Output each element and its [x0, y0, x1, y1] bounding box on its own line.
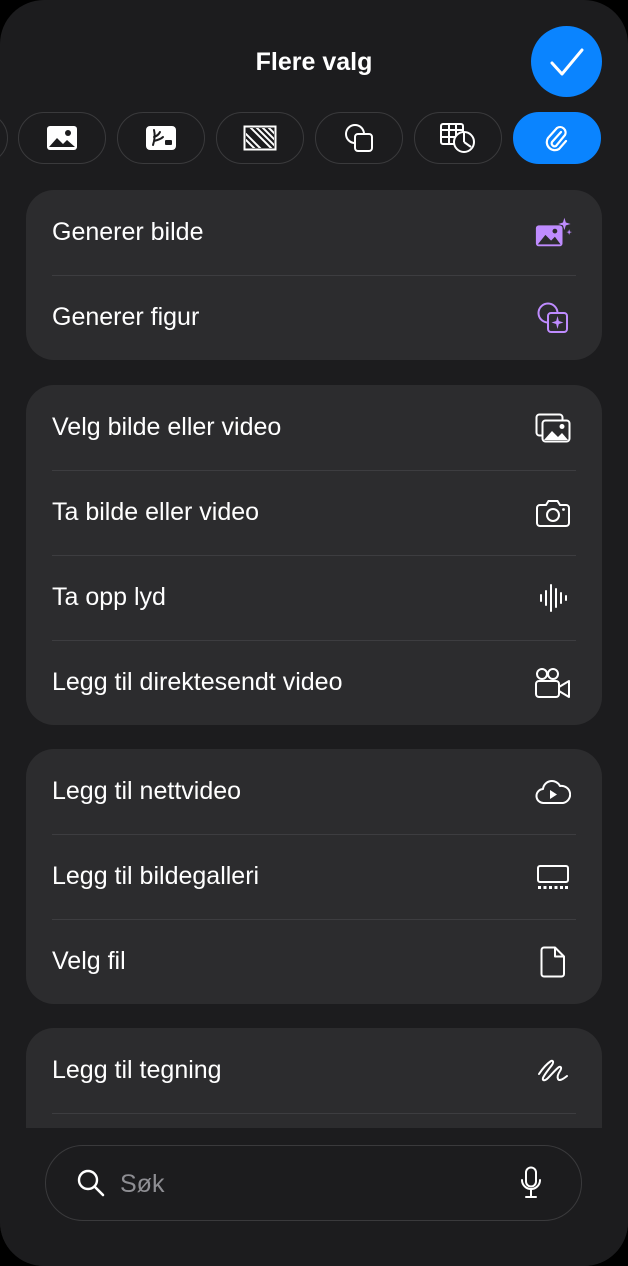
search-input[interactable] — [118, 1160, 502, 1208]
photos-icon — [534, 409, 572, 447]
media-group: Velg bilde eller video Ta bilde eller vi… — [26, 385, 602, 725]
web-files-group: Legg til nettvideo Legg til bildegalleri — [26, 749, 602, 1004]
menu-item-add-live-video[interactable]: Legg til direktesendt video — [26, 640, 602, 725]
menu-item-label: Legg til nettvideo — [52, 777, 242, 805]
shapes-icon — [345, 124, 373, 152]
scribble-icon — [534, 1052, 572, 1090]
insert-toolbar — [0, 111, 628, 167]
menu-item-choose-photo-video[interactable]: Velg bilde eller video — [26, 385, 602, 470]
menu-item-label: Ta opp lyd — [52, 583, 166, 611]
menu-item-label: Generer bilde — [52, 218, 204, 246]
toolbar-chip-shapes[interactable] — [315, 112, 403, 164]
menu-item-record-audio[interactable]: Ta opp lyd — [26, 555, 602, 640]
more-options-sheet: Flere valg Generer bilde Generer figur V… — [0, 0, 628, 1266]
search-field[interactable] — [45, 1145, 582, 1221]
menu-item-label: Ta bilde eller video — [52, 498, 260, 526]
toolbar-chip-partial[interactable] — [0, 112, 8, 164]
image-edit-icon — [146, 126, 176, 150]
search-icon — [76, 1168, 106, 1203]
menu-item-add-web-video[interactable]: Legg til nettvideo — [26, 749, 602, 834]
menu-item-choose-file[interactable]: Velg fil — [26, 919, 602, 1004]
microphone-icon[interactable] — [520, 1166, 542, 1205]
toolbar-chip-hatched[interactable] — [216, 112, 304, 164]
done-button[interactable] — [531, 26, 602, 97]
video-camera-icon — [534, 664, 572, 702]
toolbar-chip-attachment[interactable] — [513, 112, 601, 164]
menu-item-add-image-gallery[interactable]: Legg til bildegalleri — [26, 834, 602, 919]
menu-item-label: Velg fil — [52, 947, 126, 975]
image-icon — [47, 126, 77, 150]
generate-group: Generer bilde Generer figur — [26, 190, 602, 360]
menu-item-add-drawing[interactable]: Legg til tegning — [26, 1028, 602, 1113]
camera-icon — [534, 494, 572, 532]
cloud-play-icon — [534, 773, 572, 811]
search-area — [0, 1128, 628, 1266]
menu-item-label: Legg til direktesendt video — [52, 668, 343, 696]
menu-item-generate-image[interactable]: Generer bilde — [26, 190, 602, 275]
hatched-frame-icon — [243, 125, 277, 151]
menu-item-take-photo-video[interactable]: Ta bilde eller video — [26, 470, 602, 555]
image-sparkle-icon — [534, 214, 572, 252]
shape-sparkle-icon — [534, 299, 572, 337]
checkmark-icon — [550, 48, 583, 75]
menu-item-label: Legg til tegning — [52, 1056, 222, 1084]
gallery-icon — [534, 858, 572, 896]
menu-item-label: Legg til bildegalleri — [52, 862, 260, 890]
toolbar-chip-image[interactable] — [18, 112, 106, 164]
menu-item-generate-shape[interactable]: Generer figur — [26, 275, 602, 360]
document-icon — [534, 943, 572, 981]
table-chart-icon — [440, 123, 475, 153]
toolbar-chip-table-chart[interactable] — [414, 112, 502, 164]
menu-item-label: Velg bilde eller video — [52, 413, 282, 441]
menu-item-label: Generer figur — [52, 303, 200, 331]
paperclip-icon — [545, 125, 568, 152]
toolbar-chip-image-edit[interactable] — [117, 112, 205, 164]
waveform-icon — [534, 579, 572, 617]
